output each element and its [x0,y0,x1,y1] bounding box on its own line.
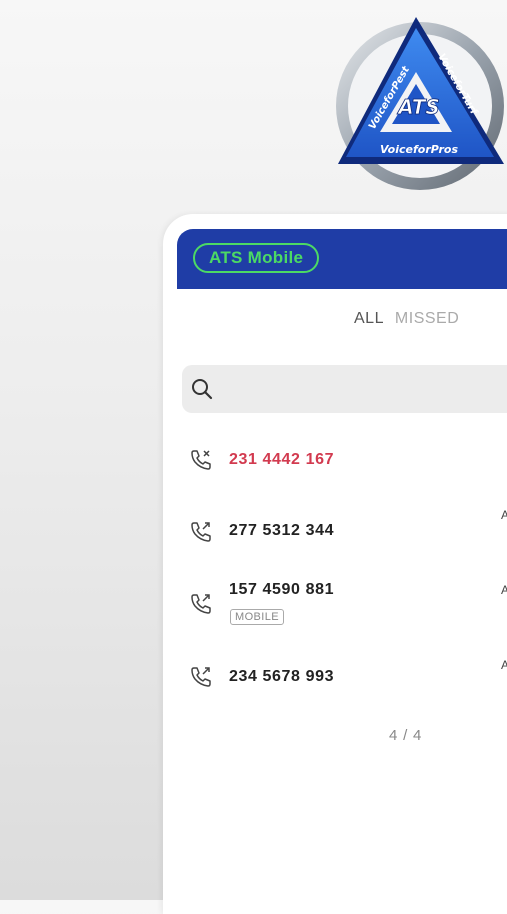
call-side-text: A [501,583,507,597]
logo-ats-text: ATS [396,95,440,119]
call-missed-icon [189,448,213,472]
app-badge: ATS Mobile [193,243,320,273]
call-filter-tabs: ALL MISSED [354,310,465,328]
number-type-tag: MOBILE [230,609,284,625]
call-number: 234 5678 993 [229,668,335,685]
call-outgoing-icon [189,592,213,616]
search-bar[interactable] [182,365,507,413]
logo-graphic: ATS VoiceforPest VoiceforTurf VoiceforPr… [336,17,504,190]
app-bar: ATS Mobile [177,229,507,289]
call-side-text: A [501,658,507,672]
app-badge-label: ATS Mobile [209,248,304,267]
tab-missed[interactable]: MISSED [395,310,459,328]
call-number: 277 5312 344 [229,522,335,539]
call-side-text: A [501,508,507,522]
pagination-indicator: 4 / 4 [389,727,423,744]
ats-logo: ATS VoiceforPest VoiceforTurf VoiceforPr… [334,14,506,190]
logo-bottom-text: VoiceforPros [380,143,458,156]
call-number: 157 4590 881 [229,581,335,598]
call-outgoing-icon [189,665,213,689]
phone-screen: ATS Mobile ALL MISSED 231 4442 167 277 5… [163,214,507,914]
call-number: 231 4442 167 [229,451,335,468]
call-outgoing-icon [189,520,213,544]
tab-all[interactable]: ALL [354,310,384,328]
search-icon [190,377,214,401]
